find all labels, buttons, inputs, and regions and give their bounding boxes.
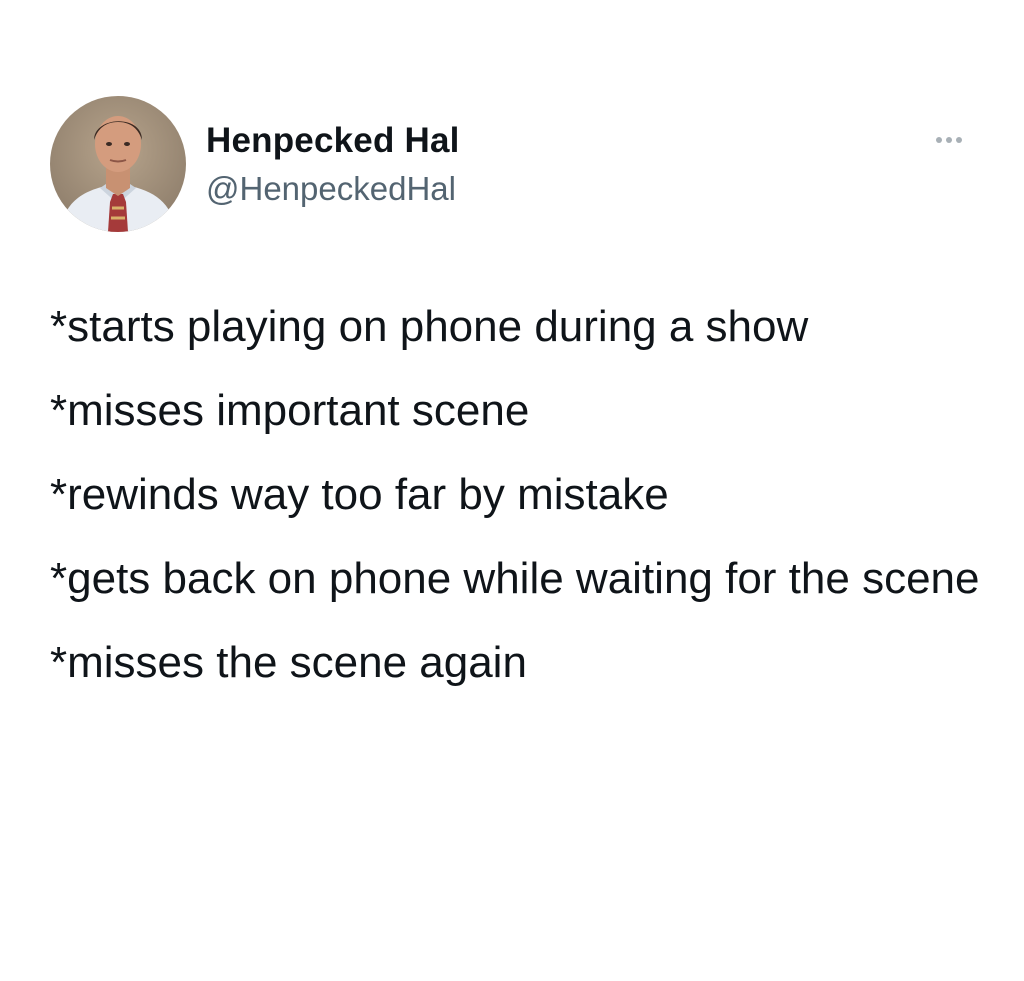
avatar-photo bbox=[50, 96, 186, 232]
more-dot bbox=[946, 137, 952, 143]
tweet-line: *gets back on phone while waiting for th… bbox=[50, 554, 980, 603]
tweet-text: *starts playing on phone during a show *… bbox=[50, 296, 990, 716]
tweet-line: *rewinds way too far by mistake bbox=[50, 470, 669, 519]
tweet-line: *misses important scene bbox=[50, 386, 530, 435]
tweet-line: *misses the scene again bbox=[50, 638, 527, 687]
tweet-line: *starts playing on phone during a show bbox=[50, 302, 809, 351]
avatar[interactable] bbox=[50, 96, 186, 232]
tweet-card: Henpecked Hal @HenpeckedHal *starts play… bbox=[0, 0, 1024, 981]
author-display-name[interactable]: Henpecked Hal bbox=[206, 120, 460, 162]
more-options-icon[interactable] bbox=[924, 128, 974, 152]
more-dot bbox=[936, 137, 942, 143]
author-handle[interactable]: @HenpeckedHal bbox=[206, 169, 456, 209]
more-dot bbox=[956, 137, 962, 143]
